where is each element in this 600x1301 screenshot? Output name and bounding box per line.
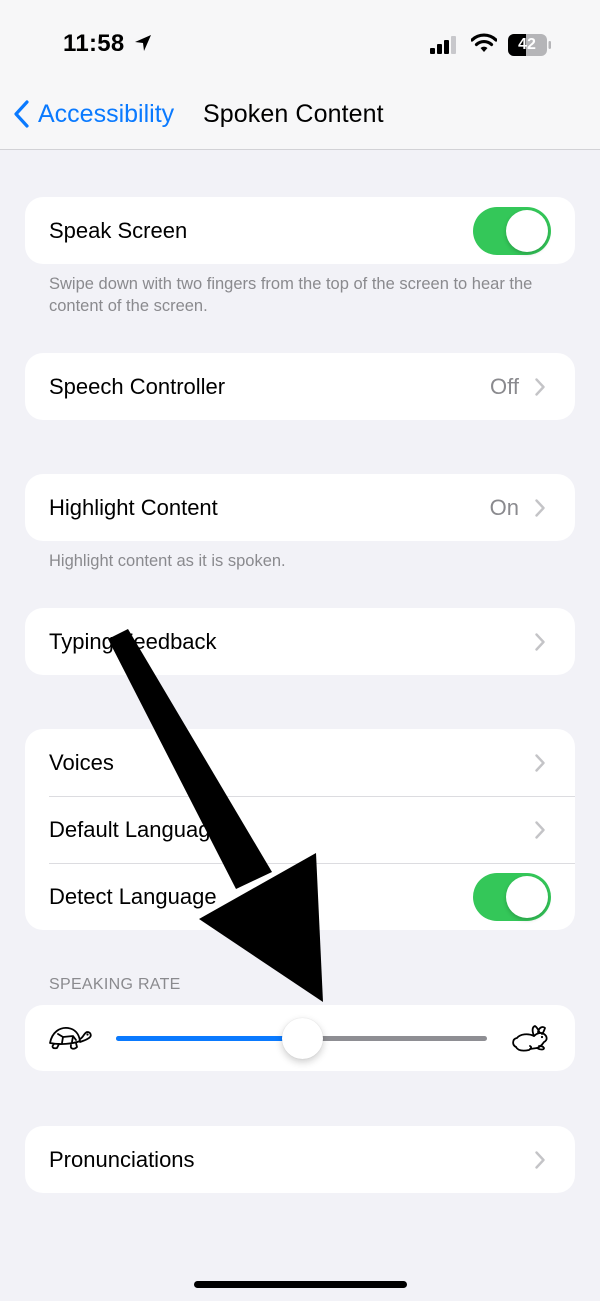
- detect-language-toggle[interactable]: [473, 872, 551, 921]
- default-language-label: Default Language: [49, 816, 223, 842]
- page-title: Spoken Content: [203, 100, 384, 128]
- rabbit-icon[interactable]: [510, 1023, 554, 1055]
- turtle-icon[interactable]: [47, 1023, 93, 1053]
- detect-language-label: Detect Language: [49, 883, 217, 909]
- detect-language-row: Detect Language: [25, 863, 575, 930]
- home-indicator[interactable]: [194, 1281, 407, 1288]
- speech-controller-label: Speech Controller: [49, 373, 226, 399]
- chevron-right-icon: [535, 498, 545, 517]
- location-arrow-icon: [135, 35, 151, 51]
- chevron-right-icon: [535, 1150, 545, 1169]
- chevron-right-icon: [535, 377, 545, 396]
- cellular-signal-icon: [430, 36, 456, 54]
- speech-controller-card: Speech Controller Off: [25, 353, 575, 420]
- wifi-icon: [471, 33, 497, 52]
- speaking-rate-card: [25, 1005, 575, 1071]
- speaking-rate-slider[interactable]: [116, 1018, 487, 1059]
- speech-controller-row[interactable]: Speech Controller Off: [25, 353, 575, 420]
- default-language-row[interactable]: Default Language: [25, 796, 575, 863]
- typing-feedback-card: Typing Feedback: [25, 608, 575, 675]
- voices-row[interactable]: Voices: [25, 729, 575, 796]
- voices-label: Voices: [49, 749, 114, 775]
- typing-feedback-label: Typing Feedback: [49, 628, 217, 654]
- highlight-content-row[interactable]: Highlight Content On: [25, 474, 575, 541]
- speaking-rate-header: SPEAKING RATE: [49, 976, 181, 993]
- highlight-content-footer: Highlight content as it is spoken.: [49, 552, 286, 570]
- status-time: 11:58: [63, 30, 125, 57]
- pronunciations-card: Pronunciations: [25, 1126, 575, 1193]
- speak-screen-card: Speak Screen: [25, 197, 575, 264]
- back-button[interactable]: Accessibility: [12, 99, 174, 129]
- back-label: Accessibility: [38, 99, 175, 128]
- speak-screen-toggle[interactable]: [473, 206, 551, 255]
- pronunciations-label: Pronunciations: [49, 1146, 195, 1172]
- slider-fill: [116, 1036, 302, 1041]
- slider-thumb[interactable]: [281, 1018, 323, 1059]
- pronunciations-row[interactable]: Pronunciations: [25, 1126, 575, 1193]
- speak-screen-footer: Swipe down with two fingers from the top…: [49, 275, 533, 315]
- toggle-knob: [506, 875, 548, 918]
- chevron-right-icon: [535, 632, 545, 651]
- navigation-header: 11:58 42 Accessibility Spoken Content: [0, 0, 600, 150]
- toggle-knob: [506, 209, 548, 252]
- highlight-content-value: On: [489, 494, 519, 520]
- chevron-right-icon: [535, 753, 545, 772]
- chevron-right-icon: [535, 820, 545, 839]
- battery-level: 42: [518, 36, 536, 53]
- chevron-left-icon: [14, 100, 29, 128]
- speak-screen-label: Speak Screen: [49, 217, 188, 243]
- voices-card: Voices Default Language Detect Language: [25, 729, 575, 930]
- highlight-content-card: Highlight Content On: [25, 474, 575, 541]
- speech-controller-value: Off: [490, 373, 519, 399]
- highlight-content-label: Highlight Content: [49, 494, 218, 520]
- typing-feedback-row[interactable]: Typing Feedback: [25, 608, 575, 675]
- speak-screen-row: Speak Screen: [25, 197, 575, 264]
